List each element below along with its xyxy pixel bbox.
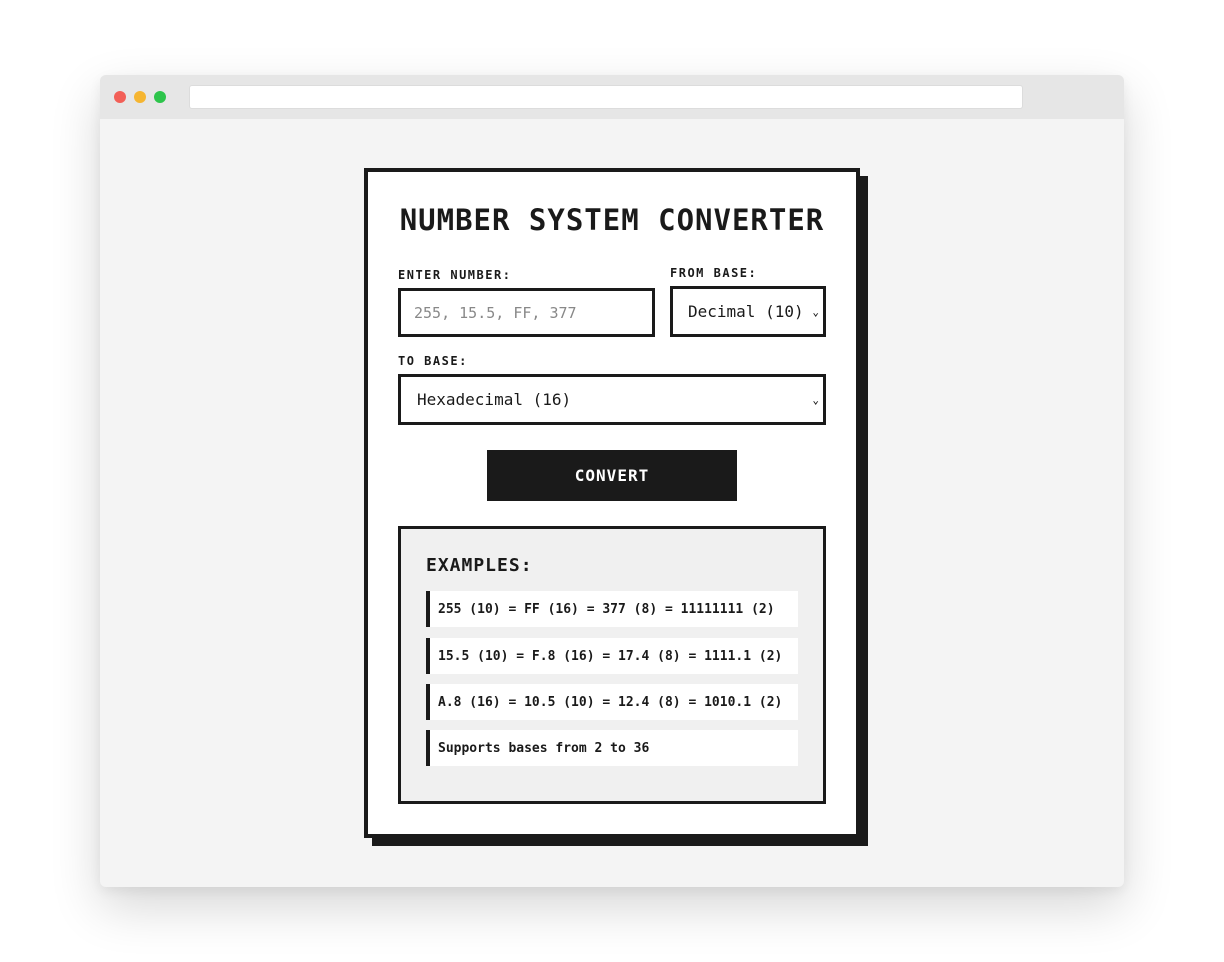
maximize-window-button[interactable] [154,91,166,103]
number-label: ENTER NUMBER: [398,268,512,282]
browser-window: NUMBER SYSTEM CONVERTER ENTER NUMBER: FR… [100,75,1124,887]
from-base-label: FROM BASE: [670,266,758,280]
browser-titlebar [100,75,1124,119]
from-base-select[interactable]: Decimal (10) ⌄ [670,286,826,337]
minimize-window-button[interactable] [134,91,146,103]
from-base-value: Decimal (10) [688,302,804,321]
page-title: NUMBER SYSTEM CONVERTER [399,203,825,237]
convert-button[interactable]: CONVERT [487,450,737,501]
example-item: 255 (10) = FF (16) = 377 (8) = 11111111 … [426,591,798,627]
address-bar[interactable] [189,85,1023,109]
to-base-label: TO BASE: [398,354,468,368]
example-item: 15.5 (10) = F.8 (16) = 17.4 (8) = 1111.1… [426,638,798,674]
to-base-value: Hexadecimal (16) [417,390,572,409]
example-item: Supports bases from 2 to 36 [426,730,798,766]
examples-title: EXAMPLES: [426,555,533,576]
converter-card: NUMBER SYSTEM CONVERTER ENTER NUMBER: FR… [364,168,860,838]
close-window-button[interactable] [114,91,126,103]
chevron-down-icon: ⌄ [812,393,819,406]
examples-panel: EXAMPLES: 255 (10) = FF (16) = 377 (8) =… [398,526,826,804]
to-base-select[interactable]: Hexadecimal (16) ⌄ [398,374,826,425]
example-item: A.8 (16) = 10.5 (10) = 12.4 (8) = 1010.1… [426,684,798,720]
number-input[interactable] [398,288,655,337]
chevron-down-icon: ⌄ [812,305,819,318]
